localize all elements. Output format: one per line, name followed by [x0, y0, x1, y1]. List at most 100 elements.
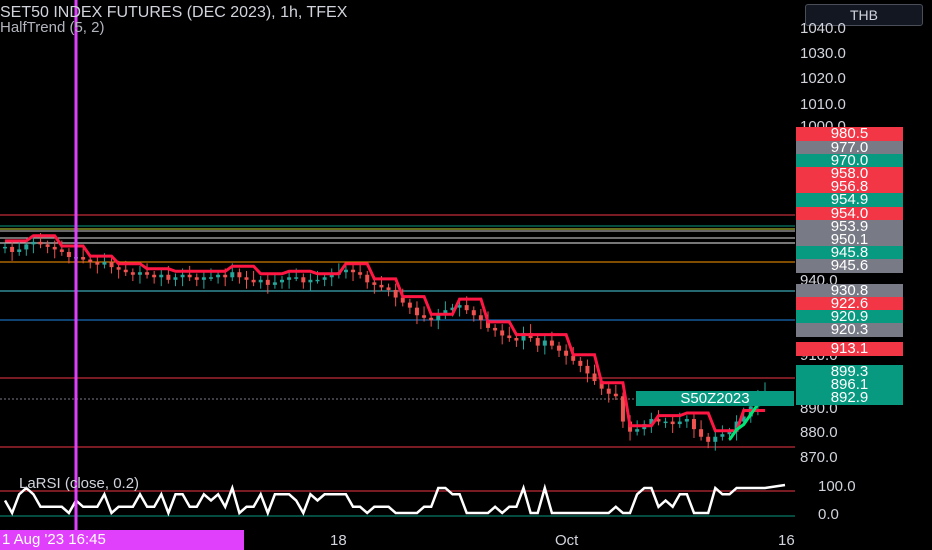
candle-body — [386, 287, 391, 290]
candle-body — [663, 421, 668, 424]
candle-body — [180, 274, 185, 278]
crosshair-time-label: 1 Aug '23 16:45 — [0, 530, 244, 550]
candle-body — [3, 246, 7, 249]
candle-body — [436, 315, 441, 321]
tradingview-chart[interactable]: SET50 INDEX FUTURES (DEC 2023), 1h, TFEX… — [0, 0, 932, 550]
axis-price-label: 1040.0 — [800, 20, 846, 37]
candle-body — [414, 307, 419, 316]
candle-body — [322, 277, 327, 280]
candle-body — [372, 282, 377, 285]
candle-body — [592, 373, 597, 382]
candle-body — [123, 269, 128, 273]
candle-body — [187, 274, 192, 278]
candle-body — [88, 259, 93, 263]
candle-body — [109, 262, 114, 268]
candle-body — [493, 327, 498, 331]
candle-body — [720, 434, 725, 437]
candle-body — [400, 297, 405, 303]
candle-body — [102, 262, 107, 265]
candle-body — [507, 335, 512, 339]
price-badge: 920.3 — [796, 322, 903, 337]
candle-body — [393, 289, 398, 298]
larsi-axis-label-top: 100.0 — [818, 478, 856, 495]
candle-body — [10, 246, 15, 252]
candle-body — [294, 277, 299, 279]
candle-body — [308, 279, 313, 283]
candle-body — [173, 277, 178, 280]
candle-body — [585, 365, 590, 374]
candle-body — [514, 338, 519, 341]
candle-body — [265, 279, 270, 285]
candle-body — [145, 272, 150, 275]
candle-body — [358, 272, 363, 275]
candle-body — [691, 419, 696, 430]
candle-body — [670, 421, 675, 425]
price-badge: 945.6 — [796, 258, 903, 273]
candle-body — [699, 429, 704, 437]
candle-body — [407, 302, 412, 308]
candle-body — [606, 388, 611, 394]
candle-body — [230, 272, 235, 278]
candle-body — [66, 251, 71, 258]
candlestick-series — [3, 232, 767, 451]
candle-body — [464, 305, 469, 311]
candle-body — [713, 436, 718, 442]
candle-body — [542, 340, 547, 346]
candle-body — [351, 269, 356, 273]
candle-body — [223, 274, 228, 278]
candle-body — [152, 274, 157, 278]
axis-price-label: 870.0 — [800, 449, 838, 466]
candle-body — [280, 279, 285, 283]
candle-body — [379, 284, 384, 288]
price-badge: 913.1 — [796, 341, 903, 356]
candle-body — [194, 277, 199, 280]
candle-body — [535, 338, 540, 346]
candle-body — [237, 272, 242, 278]
axis-price-label: 1030.0 — [800, 45, 846, 62]
time-axis-label: 16 — [778, 532, 795, 549]
candle-body — [258, 279, 263, 283]
candle-body — [422, 315, 427, 318]
larsi-axis-label-bottom: 0.0 — [818, 506, 839, 523]
candle-body — [571, 355, 576, 361]
candle-body — [272, 282, 277, 285]
candle-body — [684, 419, 689, 422]
price-badge: 892.9 — [796, 390, 903, 405]
candle-body — [116, 267, 121, 270]
chart-canvas[interactable] — [0, 0, 932, 550]
candle-body — [24, 244, 29, 250]
candle-body — [301, 277, 306, 283]
candle-body — [429, 317, 434, 321]
candle-body — [38, 241, 43, 245]
candle-body — [557, 345, 562, 351]
axis-price-label: 1010.0 — [800, 96, 846, 113]
candle-body — [137, 272, 142, 275]
candle-body — [635, 429, 640, 432]
candle-body — [45, 244, 50, 247]
candle-body — [244, 277, 249, 280]
candle-body — [677, 421, 682, 425]
horizontal-lines — [0, 214, 795, 448]
candle-body — [578, 360, 583, 366]
candle-body — [59, 249, 64, 252]
candle-body — [31, 241, 36, 245]
axis-price-label: 1020.0 — [800, 70, 846, 87]
indicator-label-halftrend[interactable]: HalfTrend (5, 2) — [0, 19, 104, 36]
symbol-tag: S50Z2023 — [636, 391, 794, 406]
candle-body — [52, 246, 57, 250]
candle-body — [478, 315, 483, 321]
candle-body — [343, 269, 348, 273]
candle-body — [500, 330, 505, 336]
indicator-label-larsi[interactable]: LaRSI (close, 0.2) — [19, 475, 139, 492]
candle-body — [564, 350, 569, 356]
candle-body — [17, 249, 22, 252]
candle-body — [216, 274, 221, 278]
candle-body — [613, 393, 618, 397]
candle-body — [315, 279, 320, 282]
candle-body — [201, 277, 206, 280]
candle-body — [471, 310, 476, 316]
candle-body — [81, 257, 86, 260]
time-axis-label: Oct — [555, 532, 579, 549]
candle-body — [365, 274, 370, 283]
candle-body — [166, 274, 171, 280]
